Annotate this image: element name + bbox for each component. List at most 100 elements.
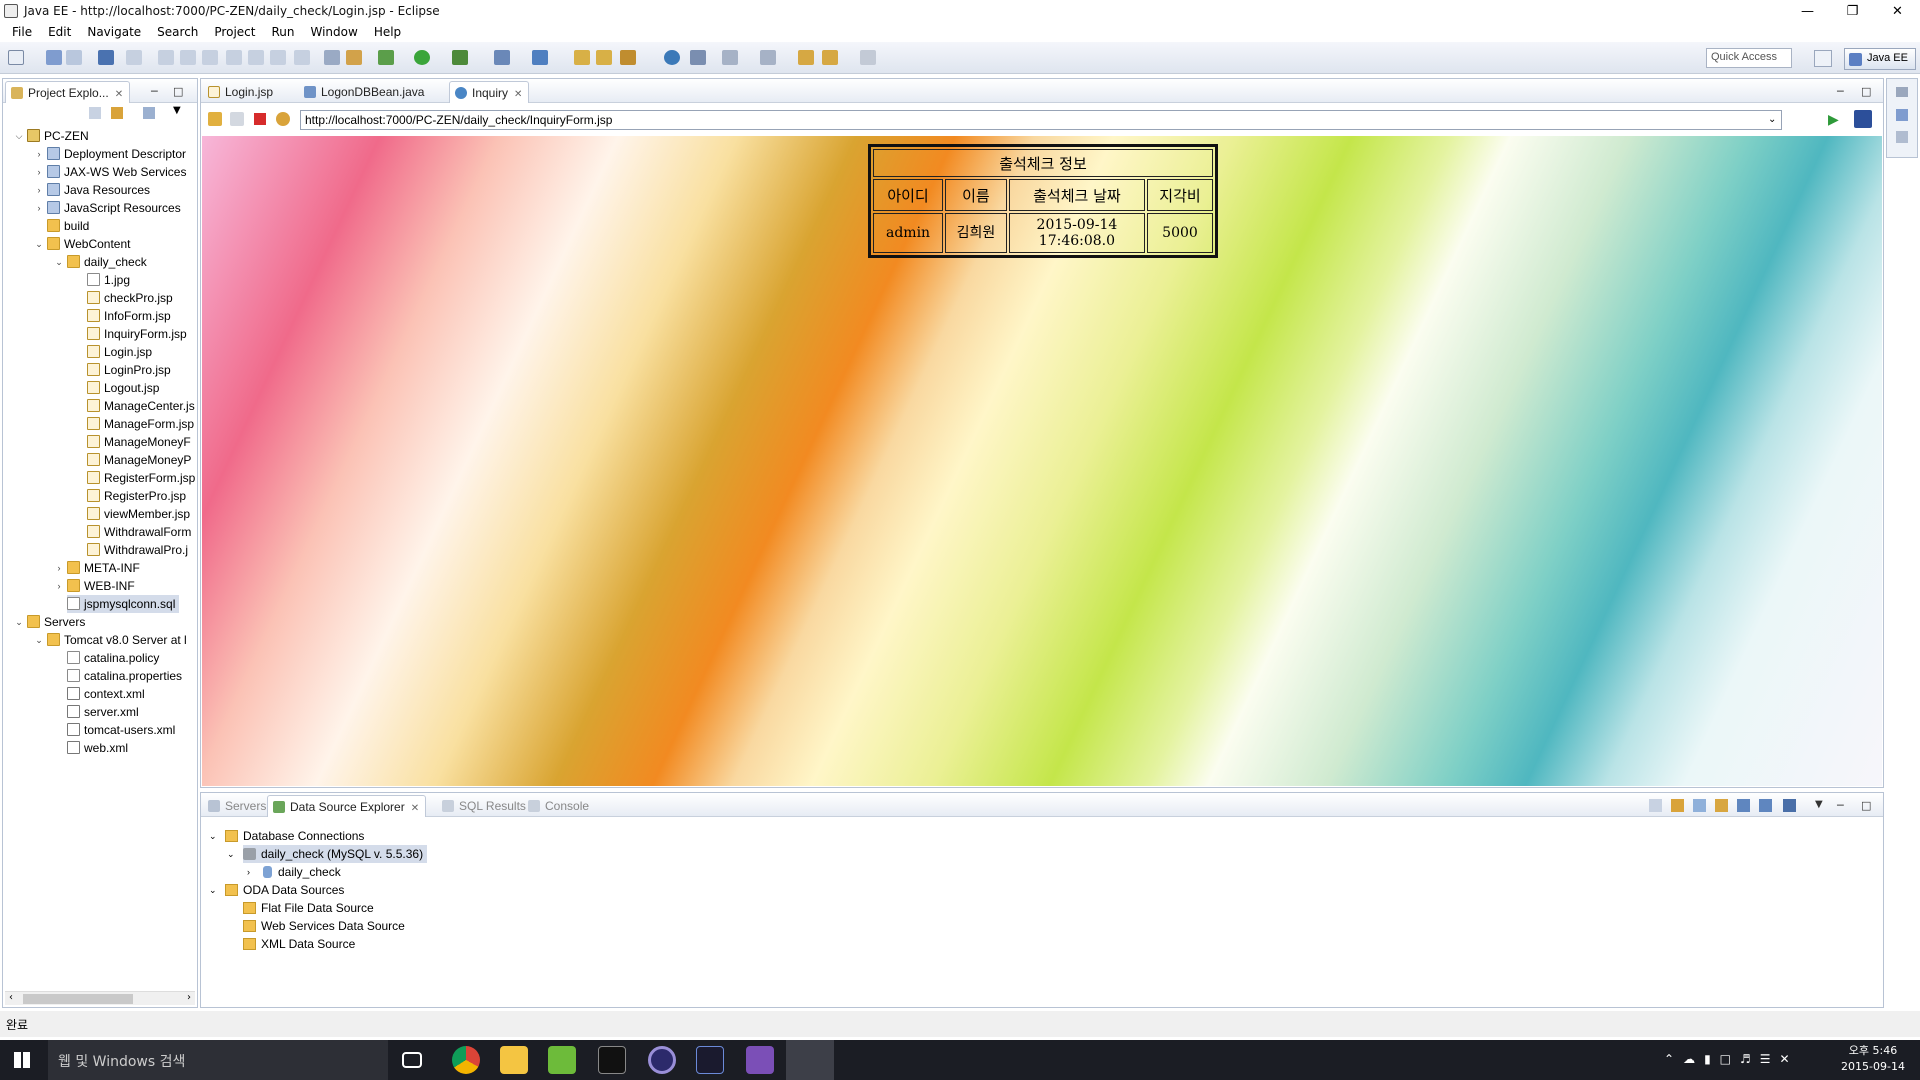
eclipse-active-icon[interactable] <box>786 1040 834 1080</box>
ime-icon[interactable]: ✕ <box>1780 1052 1799 1066</box>
tree-file[interactable]: catalina.properties <box>67 667 182 685</box>
vim-icon[interactable] <box>548 1046 576 1074</box>
tab-project-explorer[interactable]: Project Explo... ✕ <box>5 81 131 103</box>
minimize-icon[interactable]: ─ <box>1837 85 1844 98</box>
pin-icon[interactable] <box>690 50 706 65</box>
external-tools-icon[interactable] <box>452 50 468 65</box>
back-icon[interactable] <box>822 50 838 65</box>
tree-file[interactable]: RegisterForm.jsp <box>87 469 195 487</box>
file-explorer-icon[interactable] <box>500 1046 528 1074</box>
menu-edit[interactable]: Edit <box>40 25 79 39</box>
scrollbar-thumb[interactable] <box>23 994 133 1004</box>
run-icon[interactable] <box>414 50 430 65</box>
visual-studio-icon[interactable] <box>746 1046 774 1074</box>
tree-file[interactable]: WithdrawalPro.j <box>87 541 188 559</box>
forward-icon[interactable] <box>230 112 244 126</box>
tree-oda-flat-file[interactable]: Flat File Data Source <box>243 899 374 917</box>
import-icon[interactable] <box>1737 799 1750 812</box>
tab-login-jsp[interactable]: Login.jsp <box>203 81 279 103</box>
tree-node-daily-check[interactable]: ⌄ daily_check <box>55 253 147 271</box>
tree-file-selected[interactable]: jspmysqlconn.sql <box>67 595 180 613</box>
web-browser-icon[interactable] <box>664 50 680 65</box>
tree-oda-xml[interactable]: XML Data Source <box>243 935 355 953</box>
minimize-button[interactable]: — <box>1785 0 1830 22</box>
mysql-workbench-icon[interactable] <box>696 1046 724 1074</box>
save-all-icon[interactable] <box>66 50 82 65</box>
tree-node-jaxws[interactable]: › JAX-WS Web Services <box>38 163 186 181</box>
new-java-class-icon[interactable] <box>532 50 548 65</box>
tree-node-webcontent[interactable]: ⌄ WebContent <box>35 235 131 253</box>
refresh-icon[interactable] <box>276 112 290 126</box>
tab-data-source-explorer[interactable]: Data Source Explorer ✕ <box>267 795 427 817</box>
cmd-icon[interactable] <box>598 1046 626 1074</box>
tree-file[interactable]: ManageForm.jsp <box>87 415 194 433</box>
open-perspective-icon[interactable] <box>1814 50 1832 67</box>
maximize-button[interactable]: ❐ <box>1830 0 1875 22</box>
terminate-icon[interactable] <box>202 50 218 65</box>
tree-file[interactable]: InquiryForm.jsp <box>87 325 187 343</box>
tree-file[interactable]: Logout.jsp <box>87 379 159 397</box>
tree-file[interactable]: WithdrawalForm <box>87 523 191 541</box>
next-annotation-icon[interactable] <box>722 50 738 65</box>
menu-run[interactable]: Run <box>263 25 302 39</box>
resume-icon[interactable] <box>158 50 174 65</box>
maximize-icon[interactable]: □ <box>173 85 183 98</box>
task-list-icon[interactable] <box>1896 131 1908 143</box>
tree-file[interactable]: tomcat-users.xml <box>67 721 175 739</box>
disconnect-icon[interactable] <box>226 50 242 65</box>
scroll-right-icon[interactable]: › <box>187 992 191 1003</box>
maximize-icon[interactable]: □ <box>1861 799 1871 812</box>
tab-servers[interactable]: Servers <box>203 795 272 817</box>
go-icon[interactable]: ▶ <box>1828 112 1839 128</box>
back-icon[interactable] <box>208 112 222 126</box>
menu-help[interactable]: Help <box>366 25 409 39</box>
tree-file[interactable]: ManageCenter.js <box>87 397 195 415</box>
minimize-icon[interactable]: ─ <box>1837 799 1844 812</box>
taskbar-search[interactable]: 웹 및 Windows 검색 <box>48 1040 388 1080</box>
open-task-icon[interactable] <box>596 50 612 65</box>
skip-breakpoints-icon[interactable] <box>126 50 142 65</box>
open-external-icon[interactable] <box>1854 110 1872 128</box>
maximize-icon[interactable]: □ <box>1861 85 1871 98</box>
tree-file[interactable]: checkPro.jsp <box>87 289 173 307</box>
search-tool-icon[interactable] <box>620 50 636 65</box>
tab-sql-results[interactable]: SQL Results <box>437 795 532 817</box>
tree-file[interactable]: server.xml <box>67 703 139 721</box>
tab-inquiry[interactable]: Inquiry ✕ <box>449 81 530 103</box>
url-dropdown-icon[interactable]: ⌄ <box>1768 114 1776 125</box>
close-icon[interactable]: ✕ <box>411 803 419 814</box>
outline-icon[interactable] <box>1896 109 1908 121</box>
tree-file[interactable]: viewMember.jsp <box>87 505 190 523</box>
build-icon[interactable] <box>346 50 362 65</box>
last-edit-icon[interactable] <box>798 50 814 65</box>
url-input[interactable]: http://localhost:7000/PC-ZEN/daily_check… <box>300 110 1782 130</box>
tree-file[interactable]: catalina.policy <box>67 649 159 667</box>
taskbar-clock[interactable]: 오후 5:46 2015-09-14 <box>1838 1043 1908 1075</box>
menu-project[interactable]: Project <box>206 25 263 39</box>
chrome-icon[interactable] <box>452 1046 480 1074</box>
tree-file[interactable]: LoginPro.jsp <box>87 361 171 379</box>
tree-database-connections[interactable]: ⌄ Database Connections <box>209 827 364 845</box>
suspend-icon[interactable] <box>180 50 196 65</box>
step-over-icon[interactable] <box>270 50 286 65</box>
menu-window[interactable]: Window <box>302 25 365 39</box>
tree-file[interactable]: InfoForm.jsp <box>87 307 171 325</box>
tree-oda[interactable]: ⌄ ODA Data Sources <box>209 881 344 899</box>
tree-node-deployment[interactable]: › Deployment Descriptor <box>38 145 186 163</box>
close-icon[interactable]: ✕ <box>514 89 522 100</box>
stop-icon[interactable] <box>254 113 266 125</box>
tree-node-web-inf[interactable]: › WEB-INF <box>58 577 135 595</box>
tree-oda-web-services[interactable]: Web Services Data Source <box>243 917 405 935</box>
hierarchy-icon[interactable] <box>1693 799 1706 812</box>
minimize-icon[interactable]: ─ <box>151 85 158 98</box>
step-into-icon[interactable] <box>248 50 264 65</box>
task-view-icon[interactable] <box>402 1052 422 1068</box>
battery-icon[interactable]: ▮ <box>1704 1052 1720 1066</box>
forward-icon[interactable] <box>860 50 876 65</box>
horizontal-scrollbar[interactable]: ‹ › <box>5 991 195 1005</box>
tree-file[interactable]: ManageMoneyP <box>87 451 191 469</box>
toggle-marks-icon[interactable] <box>324 50 340 65</box>
tree-node-meta-inf[interactable]: › META-INF <box>58 559 140 577</box>
collapse-all-icon[interactable] <box>89 107 101 119</box>
tree-project[interactable]: ⌵ PC-ZEN <box>16 127 89 145</box>
